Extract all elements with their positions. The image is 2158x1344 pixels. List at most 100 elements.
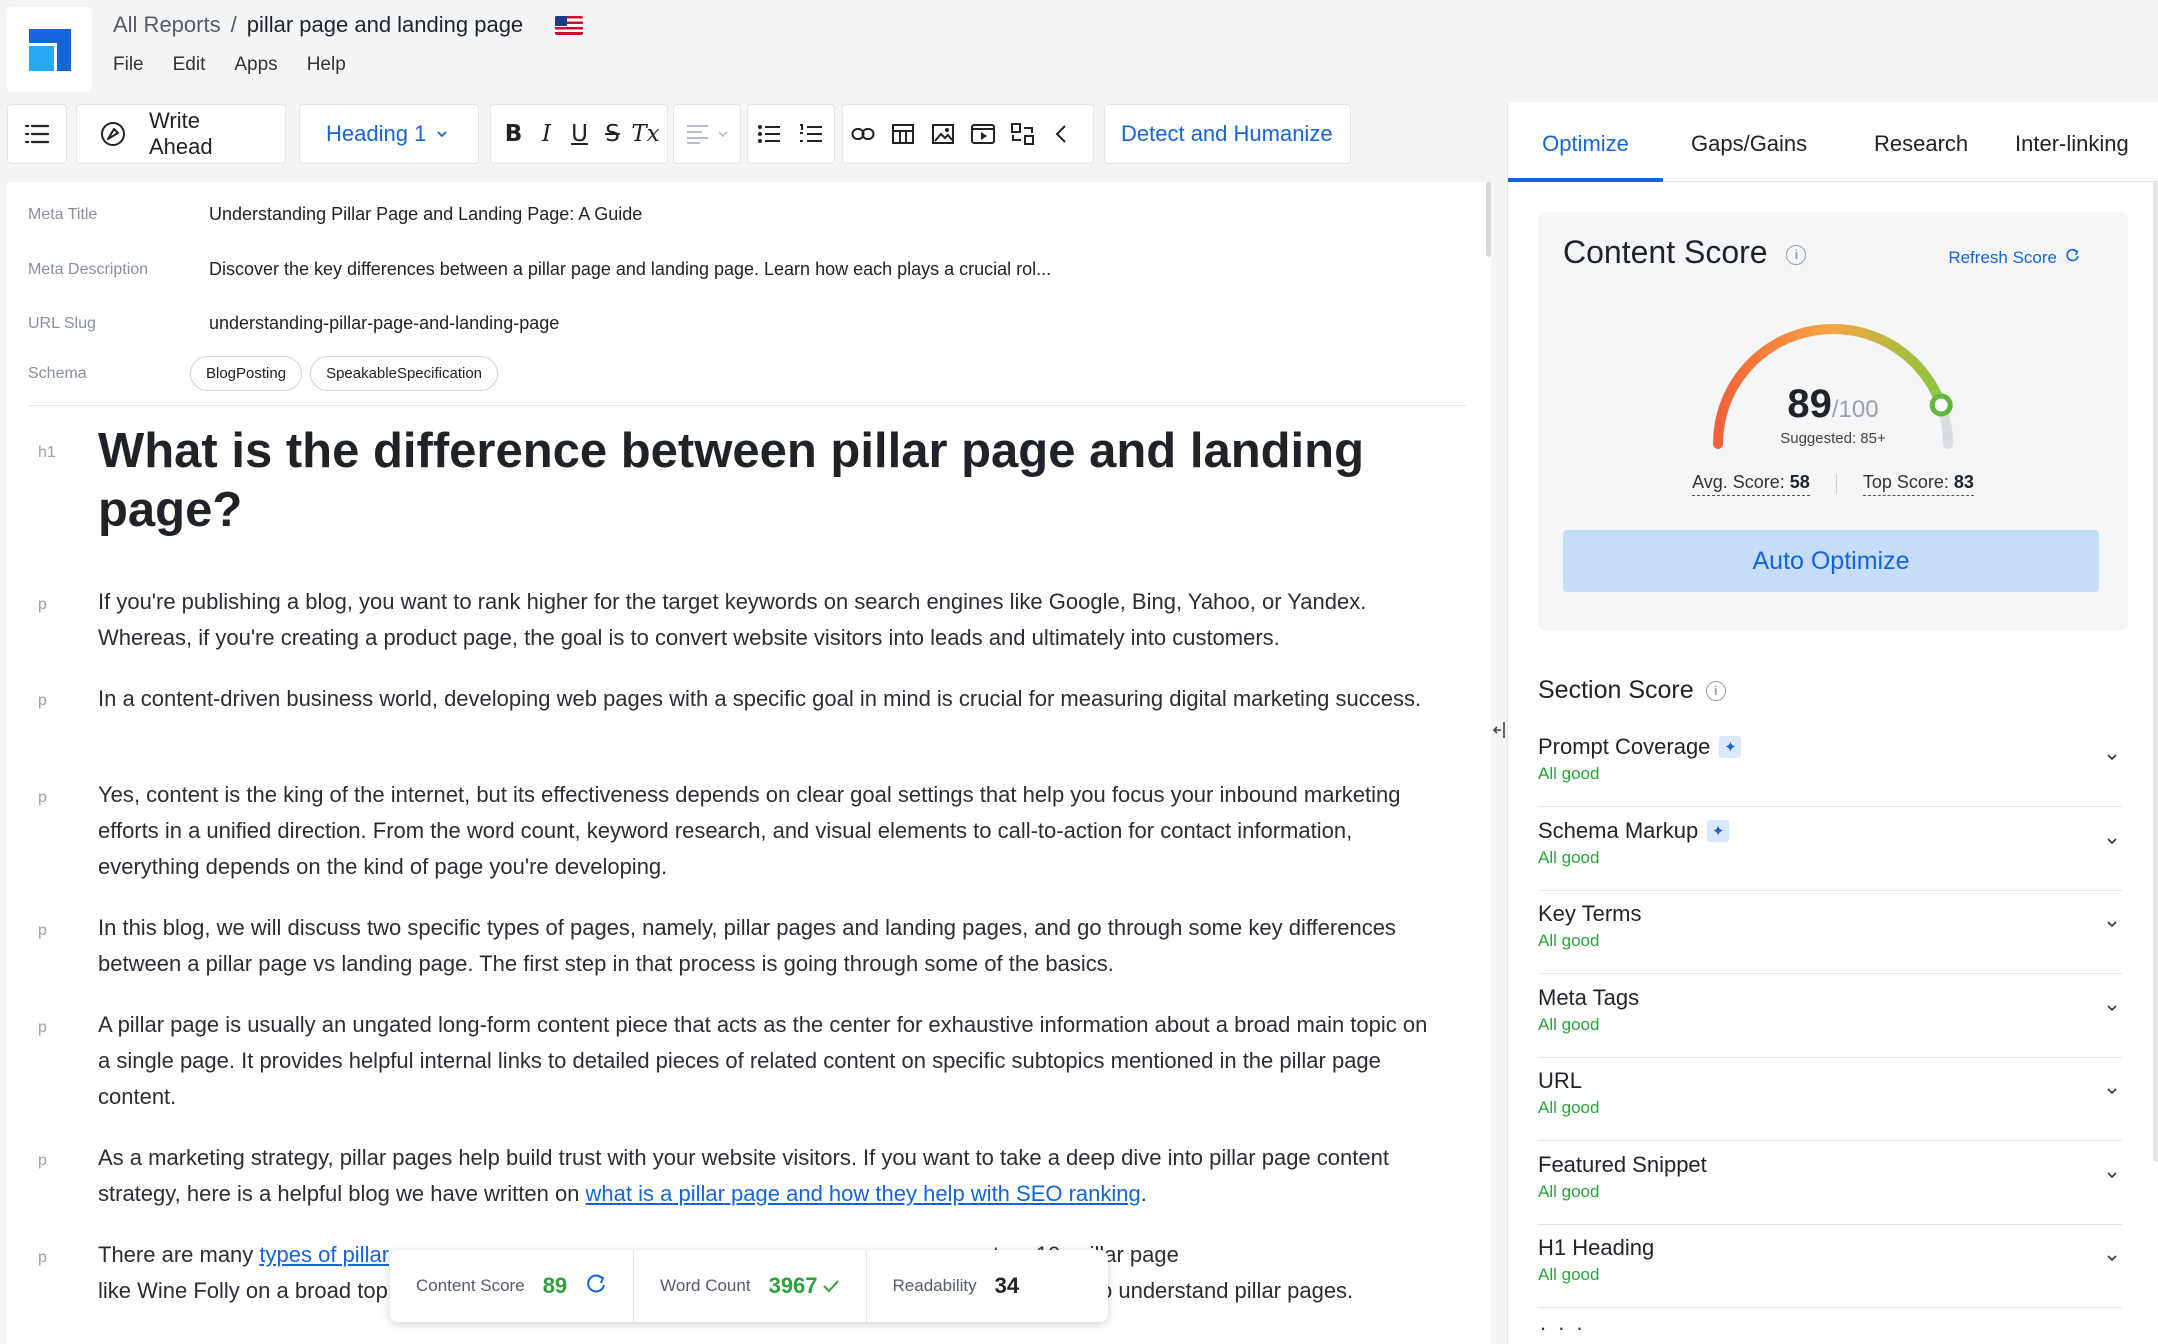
- heading-style-select[interactable]: Heading 1: [299, 104, 479, 164]
- align-left-icon: [674, 105, 740, 163]
- us-flag-icon[interactable]: [555, 15, 584, 35]
- link-icon: [851, 128, 875, 140]
- outline-toggle-button[interactable]: [7, 104, 67, 164]
- block-tag-p: p: [38, 596, 47, 613]
- section-item-h1-heading[interactable]: H1 Heading All good: [1538, 1225, 2122, 1308]
- detect-humanize-label: Detect and Humanize: [1121, 121, 1333, 146]
- content-score-heading: Content Score i: [1563, 234, 1807, 271]
- clear-format-button[interactable]: Tx: [629, 105, 662, 163]
- paragraph-1[interactable]: If you're publishing a blog, you want to…: [98, 584, 1438, 656]
- menu-file[interactable]: File: [113, 54, 144, 76]
- stat-word-count: Word Count 3967: [633, 1250, 865, 1322]
- table-icon: [892, 124, 914, 144]
- underline-button[interactable]: U: [563, 105, 596, 163]
- collapse-toolbar-button[interactable]: [1043, 105, 1079, 163]
- document-h1[interactable]: What is the difference between pillar pa…: [98, 422, 1438, 540]
- insert-group: [842, 104, 1094, 164]
- auto-optimize-button[interactable]: Auto Optimize: [1563, 530, 2099, 592]
- menu-edit[interactable]: Edit: [173, 54, 206, 76]
- block-tag-p: p: [38, 1019, 47, 1036]
- chevron-down-icon[interactable]: [2106, 1249, 2118, 1267]
- section-item-name: Prompt Coverage ✦: [1538, 734, 1742, 760]
- block-tag-p: p: [38, 1249, 47, 1266]
- chevron-down-icon[interactable]: [2106, 1166, 2118, 1184]
- avg-score[interactable]: Avg. Score: 58: [1692, 472, 1810, 496]
- bold-button[interactable]: B: [497, 105, 530, 163]
- embed-button[interactable]: [1003, 105, 1043, 163]
- url-slug-field[interactable]: understanding-pillar-page-and-landing-pa…: [209, 313, 559, 334]
- meta-description-field[interactable]: Discover the key differences between a p…: [209, 259, 1051, 280]
- section-item-prompt-coverage[interactable]: Prompt Coverage ✦ All good: [1538, 724, 2122, 807]
- numbered-list-button[interactable]: [790, 105, 832, 163]
- top-score[interactable]: Top Score: 83: [1862, 472, 1974, 496]
- section-item-label: Featured Snippet: [1538, 1151, 1707, 1177]
- document-stats-bar: Content Score 89 Word Count 3967 Readabi…: [390, 1250, 1108, 1322]
- section-item-schema-markup[interactable]: Schema Markup ✦ All good: [1538, 808, 2122, 891]
- section-item-meta-tags[interactable]: Meta Tags All good: [1538, 975, 2122, 1058]
- menu-apps[interactable]: Apps: [234, 54, 277, 76]
- content-score-value: 89/100: [1538, 382, 2128, 427]
- paragraph-2[interactable]: In a content-driven business world, deve…: [98, 681, 1438, 717]
- video-icon: [971, 124, 995, 144]
- bullet-list-button[interactable]: [748, 105, 790, 163]
- numbered-list-icon: [800, 124, 822, 142]
- tab-optimize[interactable]: Optimize: [1508, 102, 1663, 182]
- stat-readability: Readability 34: [865, 1250, 1046, 1322]
- breadcrumb-all-reports[interactable]: All Reports: [113, 12, 221, 38]
- refresh-score-label: Refresh Score: [1948, 248, 2057, 267]
- app-logo[interactable]: [7, 7, 92, 92]
- block-tag-h1: h1: [38, 444, 56, 461]
- video-button[interactable]: [963, 105, 1003, 163]
- paragraph-6-end: .: [1140, 1181, 1147, 1206]
- schema-chip-blogposting[interactable]: BlogPosting: [190, 356, 303, 391]
- section-item-key-terms[interactable]: Key Terms All good: [1538, 891, 2122, 974]
- breadcrumb: All Reports / pillar page and landing pa…: [113, 10, 584, 40]
- table-button[interactable]: [883, 105, 923, 163]
- section-item-status: All good: [1538, 1098, 1600, 1117]
- content-score-denominator: /100: [1831, 396, 1879, 423]
- italic-button[interactable]: I: [530, 105, 563, 163]
- tab-research[interactable]: Research: [1874, 102, 1968, 182]
- paragraph-4[interactable]: In this blog, we will discuss two specif…: [98, 910, 1438, 982]
- section-item-label: H1 Heading: [1538, 1235, 1655, 1260]
- chevron-down-icon[interactable]: [2106, 1082, 2118, 1100]
- info-icon[interactable]: i: [1786, 244, 1807, 265]
- tab-inter-linking[interactable]: Inter-linking: [2015, 102, 2129, 182]
- meta-title-field[interactable]: Understanding Pillar Page and Landing Pa…: [209, 204, 642, 225]
- detect-humanize-button[interactable]: Detect and Humanize: [1104, 104, 1351, 164]
- link-button[interactable]: [843, 105, 883, 163]
- content-score-title: Content Score: [1563, 234, 1768, 270]
- chevron-down-icon[interactable]: [2106, 999, 2118, 1017]
- pillar-page-seo-link[interactable]: what is a pillar page and how they help …: [586, 1181, 1141, 1206]
- image-button[interactable]: [923, 105, 963, 163]
- align-select[interactable]: [673, 104, 741, 164]
- section-item-url[interactable]: URL All good: [1538, 1058, 2122, 1141]
- section-item-status: All good: [1538, 931, 1600, 950]
- info-icon[interactable]: i: [1705, 680, 1726, 701]
- block-tag-p: p: [38, 922, 47, 939]
- refresh-icon[interactable]: [585, 1273, 607, 1300]
- refresh-score-button[interactable]: Refresh Score: [1948, 248, 2080, 268]
- paragraph-5[interactable]: A pillar page is usually an ungated long…: [98, 1007, 1438, 1115]
- menu-help[interactable]: Help: [307, 54, 346, 76]
- stat-readability-label: Readability: [892, 1276, 977, 1295]
- chevron-down-icon[interactable]: [2106, 748, 2118, 766]
- meta-description-label: Meta Description: [28, 260, 149, 278]
- section-item-name: Schema Markup ✦: [1538, 818, 1730, 844]
- editor-scrollbar[interactable]: [1486, 182, 1491, 257]
- chevron-down-icon[interactable]: [2106, 915, 2118, 933]
- chevron-down-icon[interactable]: [2106, 832, 2118, 850]
- schema-chip-speakable[interactable]: SpeakableSpecification: [310, 356, 499, 391]
- section-item-featured-snippet[interactable]: Featured Snippet All good: [1538, 1142, 2122, 1225]
- panel-scrollbar[interactable]: [2153, 182, 2158, 1162]
- embed-icon: [1011, 123, 1034, 145]
- ai-sparkle-icon: ✦: [1707, 819, 1730, 842]
- paragraph-3[interactable]: Yes, content is the king of the internet…: [98, 777, 1438, 885]
- paragraph-6[interactable]: As a marketing strategy, pillar pages he…: [98, 1140, 1438, 1212]
- section-item-name: Key Terms: [1538, 901, 1642, 927]
- meta-title-row: Meta Title Understanding Pillar Page and…: [28, 204, 642, 225]
- tab-gaps-gains[interactable]: Gaps/Gains: [1691, 102, 1807, 182]
- types-of-pillar-link[interactable]: types of pillar: [259, 1242, 389, 1267]
- strikethrough-button[interactable]: S: [596, 105, 629, 163]
- write-ahead-button[interactable]: Write Ahead: [76, 104, 286, 164]
